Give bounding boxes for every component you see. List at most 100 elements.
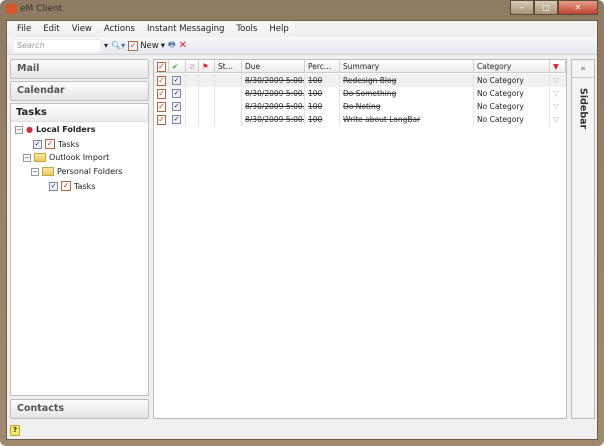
attachment-cell	[186, 100, 199, 113]
tree-label: Tasks	[74, 181, 96, 191]
tree-local-folders[interactable]: − ● Local Folders	[15, 125, 95, 134]
menu-actions[interactable]: Actions	[98, 21, 141, 37]
window-title: eM Client	[20, 4, 63, 14]
grid-header: ✓ ✔ ⊘ ⚑ St... Due Perc... Summary Catego…	[154, 60, 566, 73]
sidebar-panel: « Sidebar	[571, 59, 595, 419]
search-input[interactable]: Search	[13, 38, 101, 53]
collapse-icon[interactable]: −	[15, 125, 23, 134]
checkmark-icon: ✔	[172, 62, 179, 71]
category-cell: No Category	[474, 113, 550, 126]
flag-cell	[199, 87, 215, 100]
table-row[interactable]: ✓ ✓ 8/30/2009 5:00... 100 Redesign Blog No Ca…	[154, 74, 566, 87]
task-icon: ✓	[157, 61, 166, 72]
toolbar: Search ▾ 🔍︎▾ ✓ New ▾ 🖶 ✕	[7, 37, 597, 55]
complete-checkbox[interactable]: ✓	[169, 113, 186, 126]
col-status-header[interactable]: St...	[215, 60, 242, 73]
sidebar-label[interactable]: Sidebar	[578, 88, 589, 129]
nav-contacts[interactable]: Contacts	[10, 399, 149, 419]
table-row[interactable]: ✓ ✓ 8/30/2009 5:00... 100 Do Noting No Catego…	[154, 100, 566, 113]
menu-edit[interactable]: Edit	[37, 21, 65, 37]
app-icon	[6, 4, 17, 14]
status-cell	[215, 74, 242, 87]
close-button[interactable]: ✕	[558, 0, 598, 15]
print-icon[interactable]: 🖶	[168, 39, 176, 53]
search-dropdown-icon[interactable]: ▾	[104, 41, 108, 50]
summary-cell: Redesign Blog	[340, 74, 474, 87]
tree-label: Local Folders	[35, 125, 96, 134]
table-row[interactable]: ✓ ✓ 8/30/2009 5:00... 100 Write about LongBa…	[154, 113, 566, 126]
percent-cell: 100	[305, 100, 340, 113]
col-type-header[interactable]: ✓	[154, 60, 169, 73]
search-icon[interactable]: 🔍︎▾	[111, 41, 125, 50]
help-icon[interactable]: ?	[10, 425, 20, 436]
filter-row-icon: ▽	[553, 115, 559, 124]
filter-icon[interactable]: ▼	[550, 60, 566, 73]
task-icon: ✓	[45, 139, 55, 149]
col-category-header[interactable]: Category	[474, 60, 550, 73]
table-row[interactable]: ✓ ✓ 8/30/2009 5:00... 100 Do Something No Cat…	[154, 87, 566, 100]
chevron-down-icon[interactable]: ▾	[161, 41, 165, 51]
navigation-pane: Mail Calendar Tasks − ● Local Folders ✓ ✓ Ta…	[10, 59, 150, 421]
complete-checkbox[interactable]: ✓	[169, 74, 186, 87]
tree-label: Personal Folders	[57, 167, 123, 176]
task-icon: ✓	[157, 75, 166, 86]
category-cell: No Category	[474, 87, 550, 100]
col-flag-header[interactable]: ⚑	[199, 60, 215, 73]
complete-checkbox[interactable]: ✓	[169, 87, 186, 100]
delete-icon[interactable]: ✕	[179, 40, 187, 51]
menu-view[interactable]: View	[66, 21, 98, 37]
flag-icon: ⚑	[202, 62, 209, 71]
nav-calendar[interactable]: Calendar	[10, 81, 149, 101]
attachment-cell	[186, 87, 199, 100]
tree-outlook-import[interactable]: − Outlook Import	[23, 153, 109, 162]
summary-cell: Do Noting	[340, 100, 474, 113]
tree-tasks-local[interactable]: ✓ ✓ Tasks	[33, 139, 79, 149]
tree-tasks-personal[interactable]: ✓ ✓ Tasks	[49, 181, 95, 191]
checkbox[interactable]: ✓	[49, 181, 58, 191]
filter-row-icon: ▽	[553, 76, 559, 85]
nav-mail[interactable]: Mail	[10, 59, 149, 79]
col-due-header[interactable]: Due	[242, 60, 305, 73]
col-percent-header[interactable]: Perc...	[305, 60, 340, 73]
col-summary-header[interactable]: Summary	[340, 60, 474, 73]
due-cell: 8/30/2009 5:00...	[242, 113, 305, 126]
new-task-icon: ✓	[128, 40, 139, 51]
app-body: File Edit View Actions Instant Messaging…	[6, 20, 598, 440]
col-attachment-header[interactable]: ⊘	[186, 60, 199, 73]
tree-personal-folders[interactable]: − Personal Folders	[31, 167, 122, 176]
window-frame: eM Client – □ ✕ File Edit View Actions I…	[0, 0, 604, 446]
attachment-icon: ⊘	[189, 62, 196, 71]
col-complete-header[interactable]: ✔	[169, 60, 186, 73]
new-label: New	[140, 40, 159, 51]
tree-label: Tasks	[58, 139, 80, 149]
status-cell	[215, 113, 242, 126]
new-button[interactable]: ✓ New ▾	[128, 40, 165, 51]
flag-cell	[199, 74, 215, 87]
filter-row-icon: ▽	[553, 102, 559, 111]
checkbox[interactable]: ✓	[33, 139, 42, 149]
menu-help[interactable]: Help	[263, 21, 294, 37]
collapse-icon[interactable]: −	[23, 153, 31, 162]
category-cell: No Category	[474, 100, 550, 113]
menu-bar: File Edit View Actions Instant Messaging…	[7, 21, 295, 37]
task-icon: ✓	[157, 114, 166, 125]
menu-file[interactable]: File	[11, 21, 37, 37]
menu-tools[interactable]: Tools	[230, 21, 263, 37]
percent-cell: 100	[305, 74, 340, 87]
maximize-button[interactable]: □	[534, 0, 558, 15]
sidebar-expand-button[interactable]: «	[572, 60, 594, 78]
task-icon: ✓	[157, 88, 166, 99]
menu-instant-messaging[interactable]: Instant Messaging	[141, 21, 230, 37]
complete-checkbox[interactable]: ✓	[169, 100, 186, 113]
task-icon: ✓	[61, 181, 71, 191]
nav-tasks[interactable]: Tasks	[11, 104, 148, 122]
tasks-panel: Tasks − ● Local Folders ✓ ✓ Tasks − Outlook I…	[10, 103, 149, 396]
task-icon: ✓	[157, 101, 166, 112]
collapse-icon[interactable]: −	[31, 167, 39, 176]
minimize-button[interactable]: –	[510, 0, 534, 15]
status-cell	[215, 87, 242, 100]
summary-cell: Write about LongBar	[340, 113, 474, 126]
filter-row-icon: ▽	[553, 89, 559, 98]
flag-cell	[199, 113, 215, 126]
user-icon: ●	[26, 125, 33, 134]
